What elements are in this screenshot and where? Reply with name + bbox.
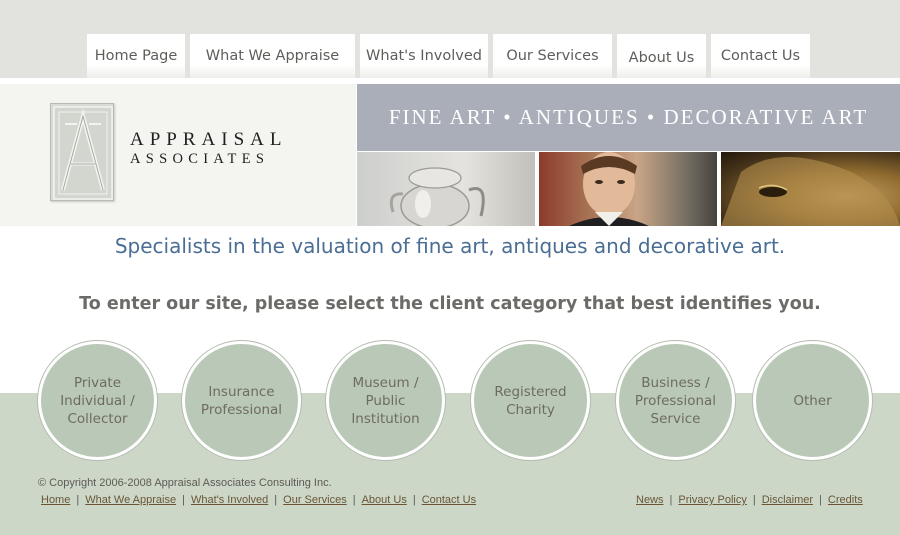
banner-tagline: FINE ART • ANTIQUES • DECORATIVE ART: [388, 105, 869, 129]
footer-link-privacy-policy[interactable]: Privacy Policy: [678, 494, 746, 506]
footer-nav-left: Home | What We Appraise | What's Involve…: [41, 494, 476, 506]
nav-tab-about-us[interactable]: About Us: [617, 34, 706, 78]
photo-bronze-sculpture: [721, 152, 900, 226]
nav-tab-home[interactable]: Home Page: [87, 34, 185, 78]
category-business-professional-service[interactable]: Business / Professional Service: [616, 341, 735, 460]
footer-link-what-we-appraise[interactable]: What We Appraise: [85, 494, 176, 506]
category-label-line: Service: [650, 410, 701, 427]
footer-separator: |: [182, 494, 185, 506]
category-private-individual-collector[interactable]: Private Individual / Collector: [38, 341, 157, 460]
footer-link-our-services[interactable]: Our Services: [283, 494, 347, 506]
footer-link-disclaimer[interactable]: Disclaimer: [762, 494, 813, 506]
category-label-line: Individual /: [60, 392, 135, 409]
logo-text-appraisal: APPRAISAL: [130, 129, 288, 150]
category-label-line: Museum /: [352, 374, 419, 391]
category-label-line: Public: [365, 392, 406, 409]
footer-link-credits[interactable]: Credits: [828, 494, 863, 506]
category-museum-public-institution[interactable]: Museum / Public Institution: [326, 341, 445, 460]
category-insurance-professional[interactable]: Insurance Professional: [182, 341, 301, 460]
logo-monogram-icon: [50, 103, 114, 201]
footer-link-contact-us[interactable]: Contact Us: [422, 494, 476, 506]
photo-silver-teapot: [357, 152, 535, 226]
main-nav: Home Page What We Appraise What's Involv…: [87, 34, 815, 78]
category-label-line: Business /: [641, 374, 710, 391]
copyright-text: © Copyright 2006-2008 Appraisal Associat…: [38, 477, 332, 489]
footer-separator: |: [76, 494, 80, 506]
photo-portrait-painting: [539, 152, 717, 226]
category-label-line: Other: [793, 392, 832, 409]
footer-separator: |: [819, 494, 822, 506]
footer-separator: |: [274, 494, 278, 506]
category-label-line: Institution: [351, 410, 420, 427]
nav-tab-our-services[interactable]: Our Services: [493, 34, 612, 78]
nav-tab-what-we-appraise[interactable]: What We Appraise: [190, 34, 355, 78]
footer-nav-right: News | Privacy Policy | Disclaimer | Cre…: [636, 494, 863, 506]
footer-separator: |: [752, 494, 756, 506]
category-label-line: Collector: [67, 410, 128, 427]
category-label-line: Charity: [506, 401, 555, 418]
category-label-line: Registered: [494, 383, 567, 400]
footer-link-home[interactable]: Home: [41, 494, 70, 506]
category-label-line: Professional: [200, 401, 283, 418]
footer-link-about-us[interactable]: About Us: [362, 494, 407, 506]
footer-separator: |: [669, 494, 673, 506]
header-banner: FINE ART • ANTIQUES • DECORATIVE ART: [357, 84, 900, 151]
footer-separator: |: [412, 494, 416, 506]
category-label-line: Insurance: [208, 383, 275, 400]
logo-area[interactable]: APPRAISAL ASSOCIATES: [0, 84, 356, 226]
category-label-line: Professional: [634, 392, 717, 409]
category-other[interactable]: Other: [753, 341, 872, 460]
category-registered-charity[interactable]: Registered Charity: [471, 341, 590, 460]
category-label-line: Private: [73, 374, 122, 391]
nav-tab-contact-us[interactable]: Contact Us: [711, 34, 810, 78]
select-category-prompt: To enter our site, please select the cli…: [79, 294, 821, 314]
footer-link-whats-involved[interactable]: What's Involved: [191, 494, 268, 506]
footer-separator: |: [352, 494, 356, 506]
nav-tab-whats-involved[interactable]: What's Involved: [360, 34, 488, 78]
footer-link-news[interactable]: News: [636, 494, 664, 506]
logo-text-associates: ASSOCIATES: [130, 151, 270, 167]
headline-specialists: Specialists in the valuation of fine art…: [114, 234, 786, 258]
